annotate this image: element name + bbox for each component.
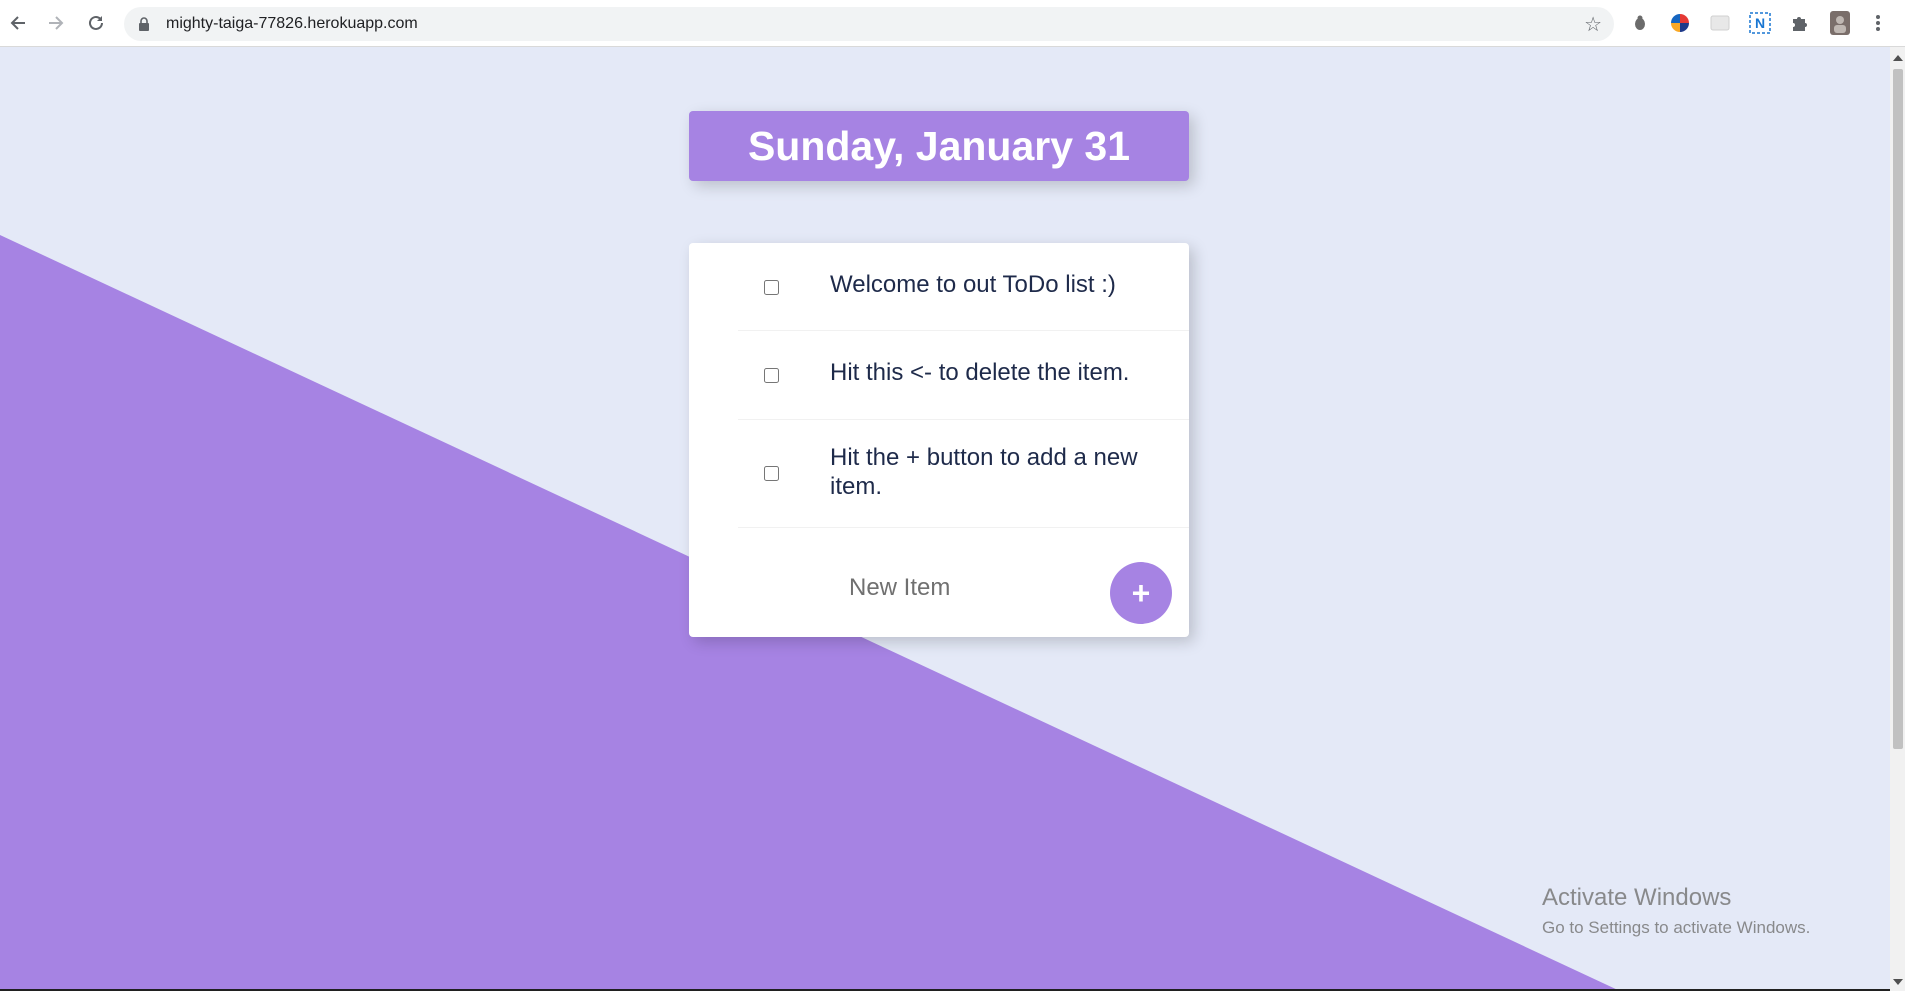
kebab-menu-icon[interactable] bbox=[1866, 11, 1890, 35]
forward-arrow-icon[interactable] bbox=[42, 9, 70, 37]
reload-icon[interactable] bbox=[82, 9, 110, 37]
todo-item: Hit this <- to delete the item. bbox=[738, 331, 1189, 420]
watermark-title: Activate Windows bbox=[1542, 884, 1732, 911]
new-item-input[interactable] bbox=[849, 568, 1109, 608]
todo-item: Welcome to out ToDo list :) bbox=[738, 243, 1189, 331]
address-bar[interactable]: mighty-taiga-77826.herokuapp.com ☆ bbox=[124, 7, 1614, 41]
url-text[interactable]: mighty-taiga-77826.herokuapp.com bbox=[166, 15, 418, 33]
back-arrow-icon[interactable] bbox=[4, 9, 32, 37]
watermark-subtitle: Go to Settings to activate Windows. bbox=[1542, 918, 1811, 937]
blank-extension-icon[interactable] bbox=[1708, 11, 1732, 35]
scrollbar-thumb[interactable] bbox=[1893, 69, 1903, 749]
scroll-down-arrow-icon[interactable] bbox=[1893, 979, 1903, 985]
svg-text:N: N bbox=[1755, 15, 1765, 31]
colorful-globe-icon[interactable] bbox=[1668, 11, 1692, 35]
add-item-button[interactable]: + bbox=[1110, 562, 1172, 624]
puzzle-icon[interactable] bbox=[1788, 11, 1812, 35]
todo-item-text: Hit the + button to add a new item. bbox=[830, 444, 1138, 500]
profile-avatar[interactable] bbox=[1828, 11, 1852, 35]
date-heading: Sunday, January 31 bbox=[747, 122, 1131, 169]
n-extension-icon[interactable]: N bbox=[1748, 11, 1772, 35]
bug-icon[interactable] bbox=[1628, 11, 1652, 35]
windows-activation-watermark: Activate Windows Go to Settings to activ… bbox=[1542, 884, 1810, 938]
todo-card: Welcome to out ToDo list :) Hit this <- … bbox=[689, 243, 1189, 637]
todo-item-checkbox[interactable] bbox=[764, 368, 779, 383]
date-heading-box: Sunday, January 31 bbox=[689, 111, 1189, 181]
star-icon[interactable]: ☆ bbox=[1584, 12, 1602, 37]
todo-item-text: Hit this <- to delete the item. bbox=[830, 359, 1130, 386]
todo-item-text: Welcome to out ToDo list :) bbox=[830, 271, 1116, 298]
todo-item-checkbox[interactable] bbox=[764, 466, 779, 481]
todo-item: Hit the + button to add a new item. bbox=[738, 420, 1189, 528]
todo-item-checkbox[interactable] bbox=[764, 280, 779, 295]
browser-toolbar: mighty-taiga-77826.herokuapp.com ☆ N bbox=[0, 0, 1905, 47]
page-scrollbar[interactable] bbox=[1890, 47, 1905, 991]
scroll-up-arrow-icon[interactable] bbox=[1893, 55, 1903, 61]
lock-icon bbox=[139, 17, 149, 31]
